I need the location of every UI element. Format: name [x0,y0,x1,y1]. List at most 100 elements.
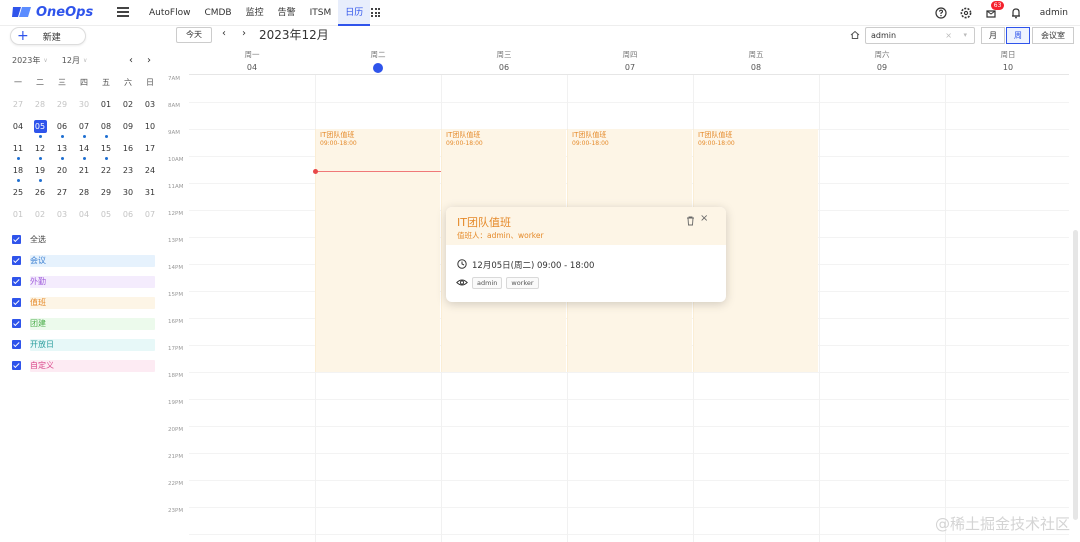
mini-day[interactable]: 25 [7,186,29,208]
mini-day[interactable]: 02 [117,98,139,120]
clear-icon[interactable]: × [945,28,952,43]
mini-day[interactable]: 26 [29,186,51,208]
oneops-logo-icon [12,7,31,17]
day-header-date-number: 05 [373,63,383,73]
mini-day[interactable]: 29 [51,98,73,120]
mini-day[interactable]: 21 [73,164,95,186]
next-week-icon[interactable]: › [242,28,246,39]
mini-day[interactable]: 04 [73,208,95,230]
mini-day[interactable]: 10 [139,120,161,142]
mini-day[interactable]: 31 [139,186,161,208]
mini-day[interactable]: 14 [73,142,95,164]
mini-day[interactable]: 01 [95,98,117,120]
checkbox-checked-icon[interactable] [12,298,21,307]
duty-event[interactable]: IT团队值班 09:00-18:00 [315,129,440,372]
mini-day[interactable]: 03 [51,208,73,230]
nav-item-告警[interactable]: 告警 [271,0,303,26]
mini-day[interactable]: 05 [95,208,117,230]
mini-day[interactable]: 07 [139,208,161,230]
year-select[interactable]: 2023年 ∨ [12,55,48,66]
vertical-scrollbar[interactable] [1073,230,1078,520]
nav-item-CMDB[interactable]: CMDB [197,0,238,26]
mini-day[interactable]: 24 [139,164,161,186]
apps-grid-icon[interactable] [371,8,380,17]
mini-day[interactable]: 22 [95,164,117,186]
prev-week-icon[interactable]: ‹ [222,28,226,39]
day-header[interactable]: 周三 06 [441,48,567,75]
delete-icon[interactable] [686,216,695,226]
mini-day[interactable]: 27 [51,186,73,208]
mini-day[interactable]: 27 [7,98,29,120]
mini-day[interactable]: 12 [29,142,51,164]
checkbox-checked-icon[interactable] [12,256,21,265]
mini-day[interactable]: 29 [95,186,117,208]
mini-day[interactable]: 15 [95,142,117,164]
home-icon[interactable] [850,30,860,40]
mini-day[interactable]: 19 [29,164,51,186]
mini-day[interactable]: 30 [73,98,95,120]
weekday-row: 一二三四五六日 [7,76,161,98]
day-header[interactable]: 周六 09 [819,48,945,75]
mini-day[interactable]: 05 [29,120,51,142]
message-icon[interactable]: 63 [984,1,1005,20]
nav-item-AutoFlow[interactable]: AutoFlow [142,0,197,26]
settings-gear-icon[interactable] [959,6,973,20]
category-filter-6[interactable]: 自定义 [12,355,155,376]
mini-day[interactable]: 06 [51,120,73,142]
day-header[interactable]: 周二 05 [315,48,441,75]
bell-icon[interactable] [1009,6,1023,20]
category-filter-5[interactable]: 开放日 [12,334,155,355]
day-header[interactable]: 周五 08 [693,48,819,75]
mini-day-number: 14 [78,144,90,153]
category-filter-2[interactable]: 外勤 [12,271,155,292]
mini-day[interactable]: 23 [117,164,139,186]
category-filter-4[interactable]: 团建 [12,313,155,334]
mini-day[interactable]: 18 [7,164,29,186]
user-filter-select[interactable]: admin × ▾ [865,27,975,44]
mini-day[interactable]: 01 [7,208,29,230]
checkbox-checked-icon[interactable] [12,340,21,349]
today-button[interactable]: 今天 [176,27,212,43]
mini-day[interactable]: 13 [51,142,73,164]
mini-day[interactable]: 07 [73,120,95,142]
category-filter-0[interactable]: 全选 [12,229,155,250]
view-月-button[interactable]: 月 [981,27,1005,44]
mini-day[interactable]: 16 [117,142,139,164]
view-会议室-button[interactable]: 会议室 [1032,27,1074,44]
mini-day[interactable]: 04 [7,120,29,142]
mini-day[interactable]: 09 [117,120,139,142]
nav-item-监控[interactable]: 监控 [239,0,271,26]
day-header[interactable]: 周一 04 [189,48,315,75]
logo[interactable]: OneOps [12,4,93,20]
mini-day[interactable]: 28 [73,186,95,208]
mini-day[interactable]: 30 [117,186,139,208]
day-header[interactable]: 周四 07 [567,48,693,75]
checkbox-checked-icon[interactable] [12,361,21,370]
nav-item-ITSM[interactable]: ITSM [303,0,339,26]
day-headers: 周一 04 周二 05 周三 06 周四 07 周五 08 周六 09 周日 10 [189,48,1069,75]
mini-day[interactable]: 11 [7,142,29,164]
mini-day[interactable]: 28 [29,98,51,120]
month-select[interactable]: 12月 ∨ [62,55,88,66]
mini-day[interactable]: 17 [139,142,161,164]
new-event-button[interactable]: + 新建 [10,27,86,45]
checkbox-checked-icon[interactable] [12,319,21,328]
category-filter-1[interactable]: 会议 [12,250,155,271]
checkbox-checked-icon[interactable] [12,277,21,286]
user-menu[interactable]: admin [1040,8,1068,18]
help-icon[interactable] [934,6,948,20]
mini-day[interactable]: 20 [51,164,73,186]
close-icon[interactable]: × [700,213,708,224]
category-filter-3[interactable]: 值班 [12,292,155,313]
nav-item-日历[interactable]: 日历 [338,0,371,26]
mini-day[interactable]: 03 [139,98,161,120]
menu-toggle-icon[interactable] [117,7,129,18]
view-周-button[interactable]: 周 [1006,27,1030,44]
checkbox-checked-icon[interactable] [12,235,21,244]
mini-day[interactable]: 08 [95,120,117,142]
next-month-icon[interactable]: › [147,55,151,66]
mini-day[interactable]: 02 [29,208,51,230]
day-header[interactable]: 周日 10 [945,48,1071,75]
prev-month-icon[interactable]: ‹ [129,55,133,66]
mini-day[interactable]: 06 [117,208,139,230]
